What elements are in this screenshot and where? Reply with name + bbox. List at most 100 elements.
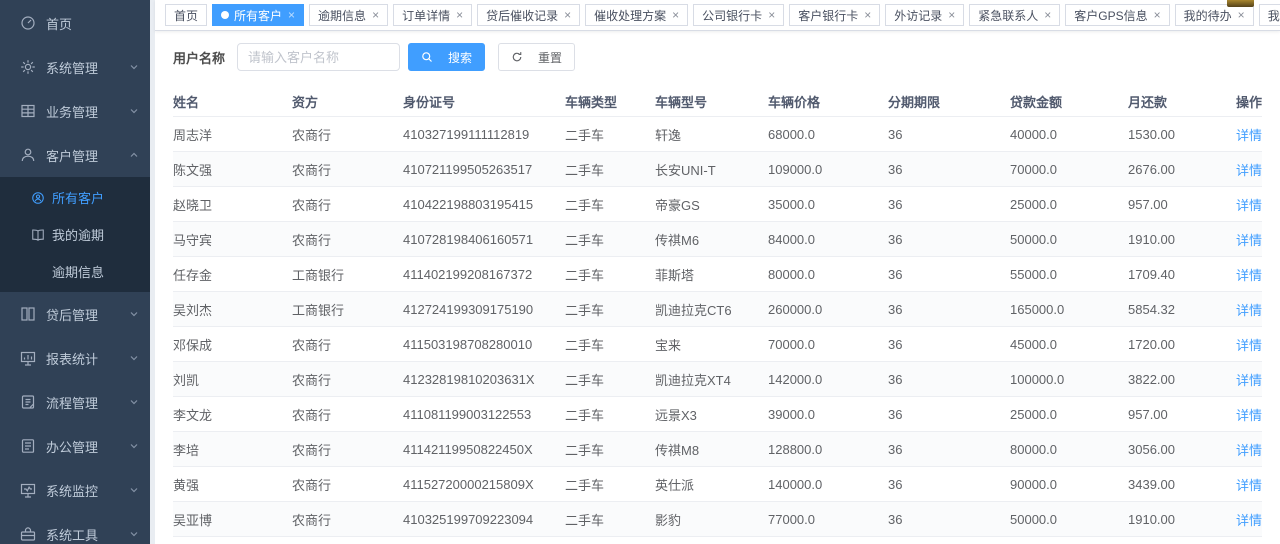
- cell-name: 李培: [173, 432, 292, 467]
- cell-actions: 详情: [1236, 362, 1262, 397]
- sidebar-item-process-management[interactable]: 流程管理: [0, 380, 150, 424]
- detail-link[interactable]: 详情: [1236, 513, 1262, 528]
- tab-label: 我的流程: [1268, 7, 1280, 24]
- cell-vehicle_type: 二手车: [565, 467, 655, 502]
- tab-company-bank-card[interactable]: 公司银行卡×: [693, 4, 784, 26]
- tab-all-customers[interactable]: 所有客户×: [212, 4, 304, 26]
- detail-link[interactable]: 详情: [1236, 478, 1262, 493]
- detail-link[interactable]: 详情: [1236, 373, 1262, 388]
- user-icon: [20, 147, 36, 163]
- sidebar-item-label: 流程管理: [46, 393, 128, 412]
- table-row: 吴刘杰工商银行412724199309175190二手车凯迪拉克CT626000…: [173, 292, 1262, 327]
- detail-link[interactable]: 详情: [1236, 303, 1262, 318]
- cell-vehicle_type: 二手车: [565, 187, 655, 222]
- detail-link[interactable]: 详情: [1236, 198, 1262, 213]
- sidebar-item-label: 我的逾期: [52, 225, 150, 244]
- cell-funder: 农商行: [292, 222, 403, 257]
- close-icon[interactable]: ×: [564, 9, 571, 21]
- close-icon[interactable]: ×: [1154, 9, 1161, 21]
- cell-monthly_payment: 1709.40: [1128, 257, 1236, 292]
- cell-actions: 详情: [1236, 327, 1262, 362]
- sidebar-item-label: 客户管理: [46, 146, 128, 165]
- close-icon[interactable]: ×: [948, 9, 955, 21]
- close-icon[interactable]: ×: [372, 9, 379, 21]
- cell-name: 邓保成: [173, 327, 292, 362]
- cell-installment_term: 36: [888, 187, 1010, 222]
- tab-my-todo[interactable]: 我的待办×: [1175, 4, 1254, 26]
- tab-label: 逾期信息: [318, 7, 366, 24]
- sidebar-item-home[interactable]: 首页: [0, 1, 150, 45]
- column-header: 车辆型号: [655, 86, 768, 117]
- close-icon[interactable]: ×: [1044, 9, 1051, 21]
- chevron-down-icon: [128, 105, 140, 117]
- tab-customer-bank-card[interactable]: 客户银行卡×: [789, 4, 880, 26]
- detail-link[interactable]: 详情: [1236, 338, 1262, 353]
- cell-id_number: 410422198803195415: [403, 187, 565, 222]
- cell-vehicle_type: 二手车: [565, 537, 655, 544]
- sidebar-item-label: 系统监控: [46, 481, 128, 500]
- tab-order-detail[interactable]: 订单详情×: [393, 4, 472, 26]
- sidebar-item-system-monitor[interactable]: 系统监控: [0, 468, 150, 512]
- close-icon[interactable]: ×: [768, 9, 775, 21]
- customer-name-input[interactable]: [237, 43, 400, 71]
- close-icon[interactable]: ×: [864, 9, 871, 21]
- cell-funder: 农商行: [292, 362, 403, 397]
- column-header: 身份证号: [403, 86, 565, 117]
- cell-loan_amount: 70000.0: [1010, 152, 1128, 187]
- search-button[interactable]: 搜索: [408, 43, 485, 71]
- grid-icon: [20, 103, 36, 119]
- tab-post-loan-collection-records[interactable]: 贷后催收记录×: [477, 4, 580, 26]
- cell-vehicle_price: 260000.0: [768, 292, 888, 327]
- detail-link[interactable]: 详情: [1236, 163, 1262, 178]
- chevron-down-icon: [128, 440, 140, 452]
- sidebar-item-business-management[interactable]: 业务管理: [0, 89, 150, 133]
- close-icon[interactable]: ×: [456, 9, 463, 21]
- column-header: 分期期限: [888, 86, 1010, 117]
- cell-vehicle_price: 142000.0: [768, 362, 888, 397]
- detail-link[interactable]: 详情: [1236, 233, 1262, 248]
- detail-link[interactable]: 详情: [1236, 443, 1262, 458]
- sidebar-item-label: 系统工具: [46, 525, 128, 544]
- sidebar-item-office-management[interactable]: 办公管理: [0, 424, 150, 468]
- sidebar-item-report-statistics[interactable]: 报表统计: [0, 336, 150, 380]
- detail-link[interactable]: 详情: [1236, 128, 1262, 143]
- tab-overdue-info[interactable]: 逾期信息 ×: [309, 4, 388, 26]
- sidebar-item-all-customers[interactable]: 所有客户: [0, 179, 150, 216]
- close-icon[interactable]: ×: [1238, 9, 1245, 21]
- detail-link[interactable]: 详情: [1236, 408, 1262, 423]
- sidebar-item-customer-management[interactable]: 客户管理: [0, 133, 150, 177]
- sidebar-item-system-tools[interactable]: 系统工具: [0, 512, 150, 544]
- search-icon: [421, 51, 433, 63]
- cell-actions: 详情: [1236, 467, 1262, 502]
- column-header: 资方: [292, 86, 403, 117]
- tab-customer-gps-info[interactable]: 客户GPS信息×: [1065, 4, 1169, 26]
- tab-emergency-contacts[interactable]: 紧急联系人×: [969, 4, 1060, 26]
- sidebar-item-system-management[interactable]: 系统管理: [0, 45, 150, 89]
- sidebar-item-post-loan-management[interactable]: 贷后管理: [0, 292, 150, 336]
- tab-home[interactable]: 首页: [165, 4, 207, 26]
- sidebar-submenu-customer-management: 所有客户我的逾期逾期信息: [0, 177, 150, 292]
- tab-visit-records[interactable]: 外访记录×: [885, 4, 964, 26]
- reset-button[interactable]: 重置: [498, 43, 575, 71]
- column-header: 贷款金额: [1010, 86, 1128, 117]
- close-icon[interactable]: ×: [672, 9, 679, 21]
- cell-actions: 详情: [1236, 537, 1262, 544]
- cell-installment_term: [888, 537, 1010, 544]
- cell-monthly_payment: 3056.00: [1128, 432, 1236, 467]
- tab-my-process[interactable]: 我的流程×: [1259, 4, 1280, 26]
- cell-vehicle_model: 轩逸: [655, 117, 768, 152]
- cell-vehicle_type: 二手车: [565, 257, 655, 292]
- close-icon[interactable]: ×: [288, 9, 295, 21]
- sidebar-item-label: 系统管理: [46, 58, 128, 77]
- sidebar-item-overdue-info[interactable]: 逾期信息: [0, 253, 150, 290]
- sidebar-item-label: 业务管理: [46, 102, 128, 121]
- cell-actions: 详情: [1236, 152, 1262, 187]
- active-dot: [221, 11, 229, 19]
- column-header: 操作: [1236, 86, 1262, 117]
- sidebar-item-my-overdue[interactable]: 我的逾期: [0, 216, 150, 253]
- chevron-down-icon: [128, 396, 140, 408]
- detail-link[interactable]: 详情: [1236, 268, 1262, 283]
- sidebar-item-label: 逾期信息: [52, 262, 150, 281]
- tab-collection-plan[interactable]: 催收处理方案×: [585, 4, 688, 26]
- table-row: 黄强农商行41152720000215809X二手车英仕派140000.0369…: [173, 467, 1262, 502]
